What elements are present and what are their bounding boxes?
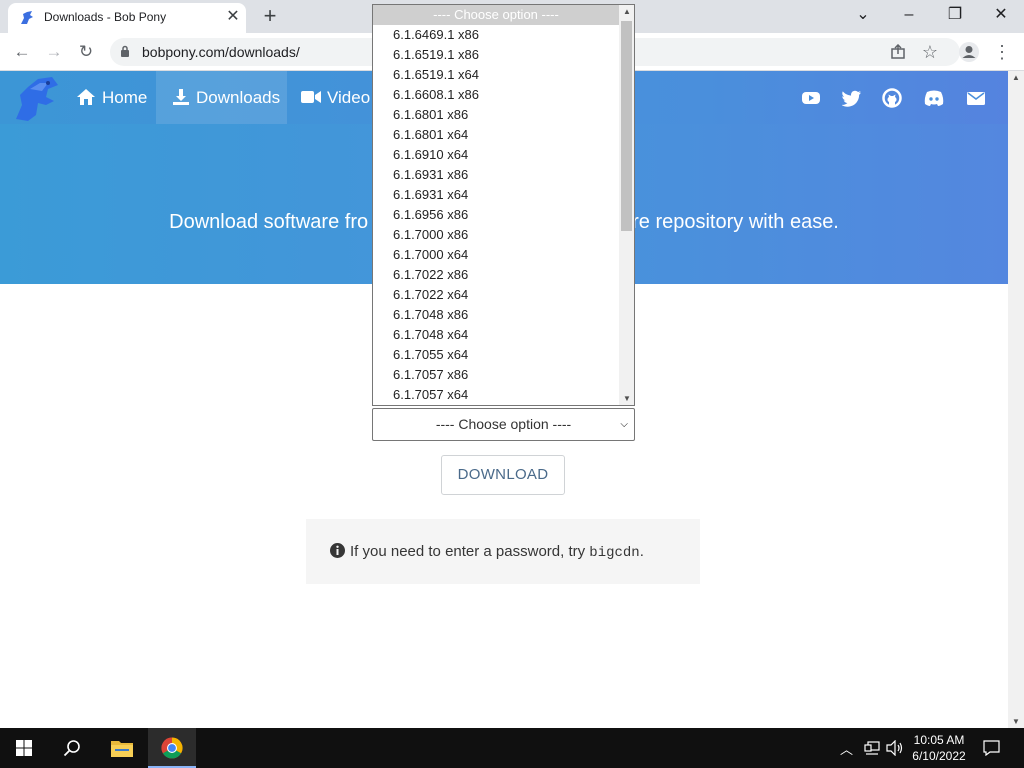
dropdown-option[interactable]: 6.1.7022 x86 bbox=[373, 265, 619, 285]
dropdown-option[interactable]: 6.1.6801 x64 bbox=[373, 125, 619, 145]
dropdown-scrollbar[interactable]: ▲ ▼ bbox=[619, 5, 634, 405]
dropdown-option[interactable]: 6.1.7000 x64 bbox=[373, 245, 619, 265]
close-window-button[interactable]: ✕ bbox=[978, 0, 1024, 33]
scroll-up-arrow-icon[interactable]: ▲ bbox=[1012, 73, 1020, 82]
dropdown-option[interactable]: 6.1.6801 x86 bbox=[373, 105, 619, 125]
taskbar-file-explorer[interactable] bbox=[98, 728, 146, 768]
dropdown-scroll-thumb[interactable] bbox=[621, 21, 632, 231]
share-icon[interactable] bbox=[890, 44, 906, 60]
dropdown-option[interactable]: 6.1.6931 x86 bbox=[373, 165, 619, 185]
nav-video[interactable]: Video bbox=[287, 71, 372, 124]
video-camera-icon bbox=[301, 90, 321, 103]
profile-avatar-icon[interactable] bbox=[958, 41, 980, 63]
version-select-value: ---- Choose option ---- bbox=[435, 416, 572, 432]
tab-search-icon[interactable]: ⌄ bbox=[840, 0, 886, 33]
clock-time: 10:05 AM bbox=[913, 733, 965, 747]
scroll-down-arrow-icon[interactable]: ▼ bbox=[1012, 717, 1020, 726]
github-icon[interactable] bbox=[882, 88, 902, 108]
system-clock[interactable]: 10:05 AM 6/10/2022 bbox=[900, 732, 978, 764]
version-select[interactable]: ---- Choose option ---- ⌵ bbox=[372, 408, 635, 441]
taskbar-chrome[interactable] bbox=[148, 728, 196, 768]
download-button[interactable]: DOWNLOAD bbox=[441, 455, 565, 495]
chevron-down-icon: ⌵ bbox=[620, 419, 628, 430]
hero-tagline-left: Download software fro bbox=[169, 211, 369, 233]
tab-title: Downloads - Bob Pony bbox=[44, 10, 167, 24]
dropdown-option[interactable]: 6.1.7055 x64 bbox=[373, 345, 619, 365]
twitter-icon[interactable] bbox=[842, 88, 862, 108]
dropdown-option[interactable]: 6.1.6608.1 x86 bbox=[373, 85, 619, 105]
notification-center-icon[interactable] bbox=[983, 740, 1000, 756]
dropdown-option[interactable]: ---- Choose option ---- bbox=[373, 5, 619, 25]
windows-taskbar: ︿ 10:05 AM 6/10/2022 bbox=[0, 728, 1024, 768]
nav-video-label: Video bbox=[327, 88, 371, 107]
url-text: bobpony.com/downloads/ bbox=[142, 44, 300, 60]
dropdown-option[interactable]: 6.1.6519.1 x86 bbox=[373, 45, 619, 65]
bob-pony-favicon-icon bbox=[21, 11, 33, 24]
clock-date: 6/10/2022 bbox=[912, 749, 966, 763]
windows-start-icon[interactable] bbox=[16, 740, 32, 756]
reload-icon[interactable]: ↻ bbox=[74, 40, 98, 64]
dropdown-option[interactable]: 6.1.6910 x64 bbox=[373, 145, 619, 165]
notice-end: . bbox=[639, 543, 644, 560]
version-dropdown-list[interactable]: ---- Choose option ---- 6.1.6469.1 x86 6… bbox=[372, 4, 635, 406]
dropdown-option[interactable]: 6.1.7048 x86 bbox=[373, 305, 619, 325]
search-icon[interactable] bbox=[63, 739, 81, 757]
browser-tab[interactable]: Downloads - Bob Pony ✕ bbox=[8, 3, 246, 33]
nav-downloads[interactable]: Downloads bbox=[156, 71, 287, 124]
new-tab-button[interactable]: + bbox=[258, 3, 282, 29]
email-envelope-icon[interactable] bbox=[966, 88, 986, 108]
dropdown-option[interactable]: 6.1.7057 x86 bbox=[373, 365, 619, 385]
home-icon bbox=[77, 88, 95, 105]
dropdown-option[interactable]: 6.1.6931 x64 bbox=[373, 185, 619, 205]
show-hidden-icons-chevron-icon[interactable]: ︿ bbox=[840, 739, 853, 758]
youtube-icon[interactable] bbox=[801, 88, 821, 108]
minimize-button[interactable]: – bbox=[886, 0, 932, 33]
tab-close-icon[interactable]: ✕ bbox=[224, 7, 242, 27]
network-icon[interactable] bbox=[864, 741, 880, 755]
discord-icon[interactable] bbox=[923, 88, 945, 108]
bookmark-star-icon[interactable]: ☆ bbox=[918, 40, 942, 64]
dropdown-option[interactable]: 6.1.6956 x86 bbox=[373, 205, 619, 225]
dropdown-option[interactable]: 6.1.6519.1 x64 bbox=[373, 65, 619, 85]
restore-button[interactable]: ❐ bbox=[932, 0, 978, 33]
dropdown-option[interactable]: 6.1.6469.1 x86 bbox=[373, 25, 619, 45]
dropdown-option[interactable]: 6.1.7022 x64 bbox=[373, 285, 619, 305]
nav-home[interactable]: Home bbox=[66, 71, 156, 124]
info-circle-icon bbox=[330, 542, 345, 558]
dropdown-option[interactable]: 6.1.7000 x86 bbox=[373, 225, 619, 245]
nav-downloads-label: Downloads bbox=[196, 88, 281, 107]
download-icon bbox=[173, 88, 189, 105]
bob-pony-logo-icon[interactable] bbox=[12, 75, 62, 123]
notice-text: If you need to enter a password, try bbox=[350, 543, 590, 560]
back-icon[interactable]: ← bbox=[10, 40, 34, 64]
dropdown-scroll-up-icon[interactable]: ▲ bbox=[623, 7, 631, 16]
lock-icon bbox=[121, 45, 129, 57]
chrome-icon bbox=[161, 737, 183, 759]
hero-tagline-right: re repository with ease. bbox=[632, 211, 839, 233]
notice-password-code: bigcdn bbox=[589, 545, 640, 561]
dropdown-scroll-down-icon[interactable]: ▼ bbox=[623, 394, 631, 403]
nav-home-label: Home bbox=[102, 88, 148, 107]
dropdown-option[interactable]: 6.1.7057 x64 bbox=[373, 385, 619, 405]
page-scrollbar[interactable]: ▲ ▼ bbox=[1008, 71, 1024, 728]
dropdown-option[interactable]: 6.1.7048 x64 bbox=[373, 325, 619, 345]
menu-kebab-icon[interactable]: ⋮ bbox=[990, 40, 1014, 64]
password-notice: If you need to enter a password, try big… bbox=[306, 519, 700, 584]
file-explorer-folder-icon bbox=[111, 741, 133, 757]
forward-icon[interactable]: → bbox=[42, 40, 66, 64]
